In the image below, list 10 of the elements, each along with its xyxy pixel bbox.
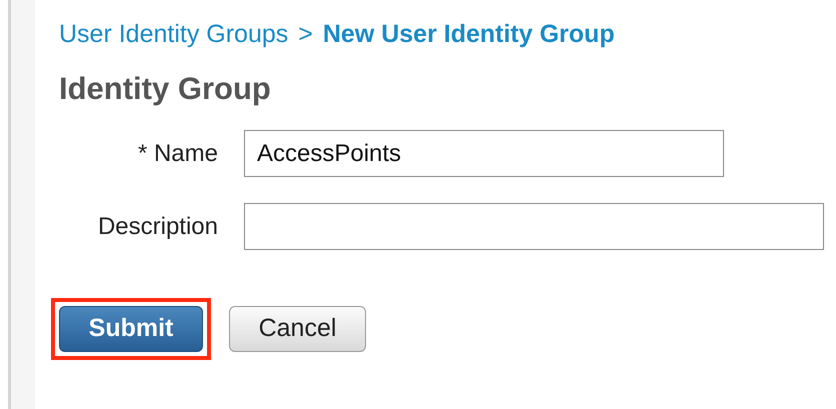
field-label: Description [96, 212, 219, 242]
submit-button[interactable]: Submit [59, 306, 203, 352]
breadcrumb-separator: > [298, 19, 313, 50]
breadcrumb-link[interactable]: User Identity Groups [59, 16, 288, 54]
section-heading: Identity Group [59, 70, 272, 108]
text-input-field[interactable] [244, 203, 824, 250]
text-input-field[interactable]: AccessPoints [244, 130, 724, 177]
breadcrumb-current: New User Identity Group [322, 19, 615, 50]
field-label: * Name [136, 138, 219, 168]
cancel-button[interactable]: Cancel [229, 306, 366, 352]
